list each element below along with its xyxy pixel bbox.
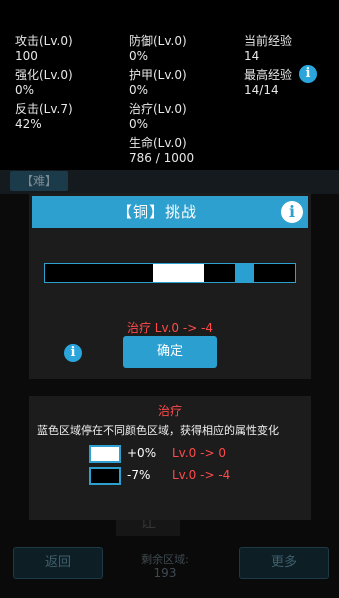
- stat-attack-value: 100: [15, 49, 38, 63]
- stat-life-label: 生命(Lv.0): [129, 136, 187, 150]
- info-icon[interactable]: i: [281, 201, 303, 223]
- legend-percent: -7%: [127, 468, 151, 482]
- stat-heal-label: 治疗(Lv.0): [129, 102, 187, 116]
- stat-defense: 防御(Lv.0) 0%: [129, 34, 187, 64]
- more-button[interactable]: 更多: [239, 547, 329, 579]
- challenge-bar[interactable]: [44, 263, 296, 283]
- stat-enhance-value: 0%: [15, 83, 35, 97]
- remaining-value: 193: [153, 566, 177, 580]
- panel-description: 蓝色区域停在不同颜色区域，获得相应的属性变化: [37, 424, 279, 437]
- stat-attack: 攻击(Lv.0) 100: [15, 34, 73, 64]
- info-icon[interactable]: i: [64, 344, 82, 362]
- stat-current-exp: 当前经验 14: [244, 34, 292, 64]
- bar-zone: [204, 264, 235, 282]
- bar-zone: [153, 264, 204, 282]
- legend-swatch: [89, 445, 121, 463]
- stat-attack-label: 攻击(Lv.0): [15, 34, 73, 48]
- modal-header: 【铜】挑战 i: [32, 196, 308, 228]
- stat-armor: 护甲(Lv.0) 0%: [129, 68, 187, 98]
- info-panel: 治疗 蓝色区域停在不同颜色区域，获得相应的属性变化 +0% Lv.0 -> 0 …: [29, 396, 311, 520]
- bar-zone: [45, 264, 153, 282]
- panel-title: 治疗: [157, 404, 182, 418]
- stats-panel: 攻击(Lv.0) 100 防御(Lv.0) 0% 当前经验 14 强化(Lv.0…: [0, 0, 339, 170]
- remaining-label: 剩余区域:: [141, 553, 189, 566]
- stat-current-exp-label: 当前经验: [244, 34, 293, 48]
- legend-swatch: [89, 467, 121, 485]
- difficulty-tab[interactable]: 【难】: [10, 171, 68, 191]
- legend-percent: +0%: [127, 446, 157, 460]
- effect-text: 治疗 Lv.0 -> -4: [126, 321, 214, 335]
- stat-defense-label: 防御(Lv.0): [129, 34, 187, 48]
- stat-defense-value: 0%: [129, 49, 149, 63]
- stat-armor-value: 0%: [129, 83, 149, 97]
- stat-current-exp-value: 14: [244, 49, 260, 63]
- info-icon[interactable]: i: [299, 65, 317, 83]
- stat-max-exp: 最高经验 14/14: [244, 68, 292, 98]
- legend-level: Lv.0 -> -4: [172, 468, 231, 482]
- modal-title: 【铜】挑战: [116, 203, 197, 221]
- stat-heal: 治疗(Lv.0) 0%: [129, 102, 187, 132]
- stat-counter-label: 反击(Lv.7): [15, 102, 73, 116]
- stat-counter-value: 42%: [15, 117, 42, 131]
- bar-zone: [254, 264, 295, 282]
- stat-max-exp-value: 14/14: [244, 83, 279, 97]
- stat-armor-label: 护甲(Lv.0): [129, 68, 187, 82]
- confirm-button[interactable]: 确定: [123, 336, 217, 368]
- legend-level: Lv.0 -> 0: [172, 446, 226, 460]
- stat-heal-value: 0%: [129, 117, 149, 131]
- bar-zone: [235, 264, 254, 282]
- stat-life: 生命(Lv.0) 786 / 1000: [129, 136, 194, 166]
- challenge-modal: 【铜】挑战 i 治疗 Lv.0 -> -4 i 确定: [29, 193, 311, 379]
- stat-enhance: 强化(Lv.0) 0%: [15, 68, 73, 98]
- back-button[interactable]: 返回: [13, 547, 103, 579]
- stat-counter: 反击(Lv.7) 42%: [15, 102, 73, 132]
- stat-life-value: 786 / 1000: [129, 151, 195, 165]
- stat-enhance-label: 强化(Lv.0): [15, 68, 73, 82]
- stat-max-exp-label: 最高经验: [244, 68, 293, 82]
